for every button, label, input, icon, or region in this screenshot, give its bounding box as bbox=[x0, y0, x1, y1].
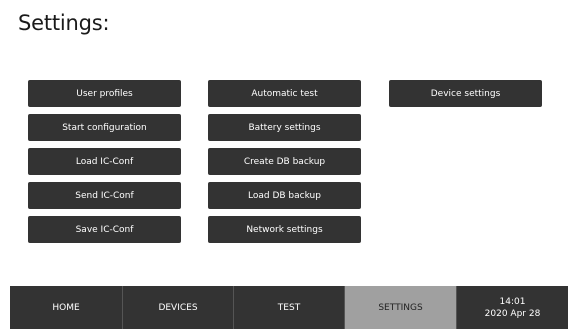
create-db-backup-button[interactable]: Create DB backup bbox=[208, 148, 361, 175]
nav-test-tab[interactable]: TEST bbox=[234, 286, 345, 329]
load-db-backup-button[interactable]: Load DB backup bbox=[208, 182, 361, 209]
start-configuration-button[interactable]: Start configuration bbox=[28, 114, 181, 141]
settings-screen: Settings: User profiles Start configurat… bbox=[0, 0, 568, 329]
device-settings-button[interactable]: Device settings bbox=[389, 80, 542, 107]
send-ic-conf-button[interactable]: Send IC-Conf bbox=[28, 182, 181, 209]
network-settings-button[interactable]: Network settings bbox=[208, 216, 361, 243]
nav-home-tab[interactable]: HOME bbox=[10, 286, 123, 329]
page-title: Settings: bbox=[18, 11, 110, 35]
battery-settings-button[interactable]: Battery settings bbox=[208, 114, 361, 141]
user-profiles-button[interactable]: User profiles bbox=[28, 80, 181, 107]
bottom-navbar: HOME DEVICES TEST SETTINGS 14:01 2020 Ap… bbox=[10, 286, 568, 329]
clock-time: 14:01 bbox=[499, 296, 526, 307]
clock-display: 14:01 2020 Apr 28 bbox=[457, 286, 568, 329]
nav-devices-tab[interactable]: DEVICES bbox=[123, 286, 234, 329]
nav-settings-tab[interactable]: SETTINGS bbox=[345, 286, 457, 329]
save-ic-conf-button[interactable]: Save IC-Conf bbox=[28, 216, 181, 243]
automatic-test-button[interactable]: Automatic test bbox=[208, 80, 361, 107]
load-ic-conf-button[interactable]: Load IC-Conf bbox=[28, 148, 181, 175]
clock-date: 2020 Apr 28 bbox=[484, 308, 541, 319]
